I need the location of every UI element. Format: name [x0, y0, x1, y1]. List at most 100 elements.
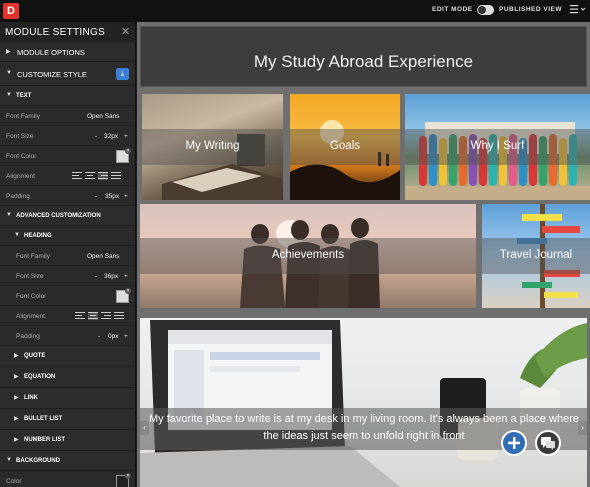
plus-icon [508, 437, 520, 449]
text-section[interactable]: ▼ TEXT [0, 86, 135, 106]
link-label: LINK [24, 395, 38, 401]
number-list-section[interactable]: ▶ NUMBER LIST [0, 430, 135, 451]
quote-slide: My favorite place to write is at my desk… [140, 318, 587, 487]
chevron-down-icon: ▼ [6, 92, 12, 98]
text-alignment-row: Alignment [0, 166, 135, 186]
bullet-list-section[interactable]: ▶ BULLET LIST [0, 409, 135, 430]
chevron-down-icon: ▼ [14, 232, 20, 238]
alignment-label: Alignment [6, 173, 35, 180]
font-family-select[interactable]: Open Sans [87, 253, 120, 260]
tile-travel-journal[interactable]: Travel Journal [482, 204, 590, 308]
decrease-button[interactable]: - [95, 193, 97, 200]
align-justify-icon[interactable] [111, 172, 121, 180]
align-right-icon[interactable] [101, 312, 111, 320]
increase-button[interactable]: + [124, 333, 128, 340]
page-canvas: My Study Abroad Experience My Writing Go… [137, 22, 590, 487]
text-padding-row: Padding - 35px + [0, 186, 135, 206]
tile-caption: My Writing [185, 140, 240, 152]
tile-my-writing[interactable]: My Writing [142, 94, 283, 200]
align-center-icon[interactable] [85, 172, 95, 180]
font-size-value[interactable]: 32px [104, 133, 118, 140]
module-options-label: MODULE OPTIONS [17, 48, 85, 57]
tile-why-i-surf[interactable]: Why I Surf [405, 94, 590, 200]
decrease-button[interactable]: - [95, 133, 97, 140]
heading-font-family-row: Font Family Open Sans [0, 246, 135, 266]
text-font-family-row: Font Family Open Sans [0, 106, 135, 126]
clear-color-icon[interactable]: × [125, 148, 131, 154]
advanced-customization-label: ADVANCED CUSTOMIZATION [16, 213, 101, 219]
align-right-icon[interactable] [98, 172, 108, 180]
published-view-label[interactable]: PUBLISHED VIEW [499, 6, 562, 13]
chevron-right-icon: ▶ [14, 353, 19, 359]
background-section[interactable]: ▼ BACKGROUND [0, 451, 135, 471]
tile-caption: Achievements [271, 249, 345, 261]
padding-label: Padding [16, 333, 40, 340]
align-left-icon[interactable] [72, 172, 82, 180]
heading-alignment-row: Alignment [0, 306, 135, 326]
font-size-label: Font Size [6, 133, 34, 140]
clear-color-icon[interactable]: × [125, 473, 131, 479]
font-color-swatch[interactable]: × [116, 148, 131, 163]
hamburger-icon[interactable] [570, 4, 588, 18]
hero-banner[interactable]: My Study Abroad Experience [140, 26, 587, 87]
chevron-right-icon: ▶ [14, 395, 19, 401]
align-justify-icon[interactable] [114, 312, 124, 320]
equation-label: EQUATION [24, 374, 56, 380]
bullet-list-label: BULLET LIST [24, 416, 63, 422]
color-label: Color [6, 478, 22, 485]
add-button[interactable] [501, 430, 527, 456]
tile-achievements[interactable]: Achievements [140, 204, 476, 308]
background-label: BACKGROUND [16, 458, 60, 464]
tile-caption: Why I Surf [470, 140, 525, 152]
alignment-buttons [72, 172, 121, 180]
edit-mode-label[interactable]: EDIT MODE [432, 6, 473, 13]
clear-color-icon[interactable]: × [125, 288, 131, 294]
font-family-select[interactable]: Open Sans [87, 113, 120, 120]
advanced-customization-section[interactable]: ▼ ADVANCED CUSTOMIZATION [0, 206, 135, 226]
text-font-size-row: Font Size - 32px + [0, 126, 135, 146]
increase-button[interactable]: + [124, 193, 128, 200]
font-size-value[interactable]: 36px [104, 273, 118, 280]
next-slide-button[interactable]: › [578, 421, 587, 435]
chevron-right-icon: ▶ [14, 416, 19, 422]
customize-style-label: CUSTOMIZE STYLE [17, 70, 87, 79]
tile-goals[interactable]: Goals [290, 94, 400, 200]
prev-slide-button[interactable]: ‹ [140, 421, 149, 435]
align-center-icon[interactable] [88, 312, 98, 320]
equation-section[interactable]: ▶ EQUATION [0, 367, 135, 388]
padding-label: Padding [6, 193, 30, 200]
download-icon[interactable]: ⤓ [116, 68, 129, 80]
font-color-label: Font Color [6, 153, 37, 160]
increase-button[interactable]: + [124, 273, 128, 280]
decrease-button[interactable]: - [98, 333, 100, 340]
heading-section[interactable]: ▼ HEADING [0, 226, 135, 246]
toggle-knob [478, 6, 486, 14]
padding-value[interactable]: 35px [105, 193, 119, 200]
module-options-section[interactable]: ▶ MODULE OPTIONS [0, 42, 135, 62]
sidebar-title: MODULE SETTINGS [5, 27, 106, 38]
customize-style-section[interactable]: ▼ CUSTOMIZE STYLE ⤓ [0, 62, 135, 86]
font-color-swatch[interactable]: × [116, 288, 131, 303]
link-section[interactable]: ▶ LINK [0, 388, 135, 409]
close-icon[interactable]: ✕ [121, 25, 130, 38]
background-color-swatch[interactable]: × [116, 473, 131, 487]
quote-label: QUOTE [24, 353, 46, 359]
increase-button[interactable]: + [124, 133, 128, 140]
app-logo[interactable]: D [3, 3, 19, 19]
mode-toggle[interactable] [477, 5, 494, 15]
chevron-down-icon: ▼ [6, 70, 12, 76]
module-settings-sidebar: MODULE SETTINGS ✕ ▶ MODULE OPTIONS ▼ CUS… [0, 22, 136, 487]
chevron-right-icon: ▶ [14, 374, 19, 380]
quote-section[interactable]: ▶ QUOTE [0, 346, 135, 367]
background-color-row: Color × [0, 471, 135, 487]
tile-caption: Travel Journal [499, 249, 573, 261]
chevron-right-icon: ▶ [14, 437, 19, 443]
padding-value[interactable]: 0px [108, 333, 118, 340]
align-left-icon[interactable] [75, 312, 85, 320]
chevron-down-icon: ▼ [6, 212, 12, 218]
top-bar: D EDIT MODE PUBLISHED VIEW [0, 0, 590, 22]
comments-button[interactable] [535, 430, 561, 456]
decrease-button[interactable]: - [95, 273, 97, 280]
alignment-buttons [75, 312, 124, 320]
text-section-label: TEXT [16, 93, 32, 99]
